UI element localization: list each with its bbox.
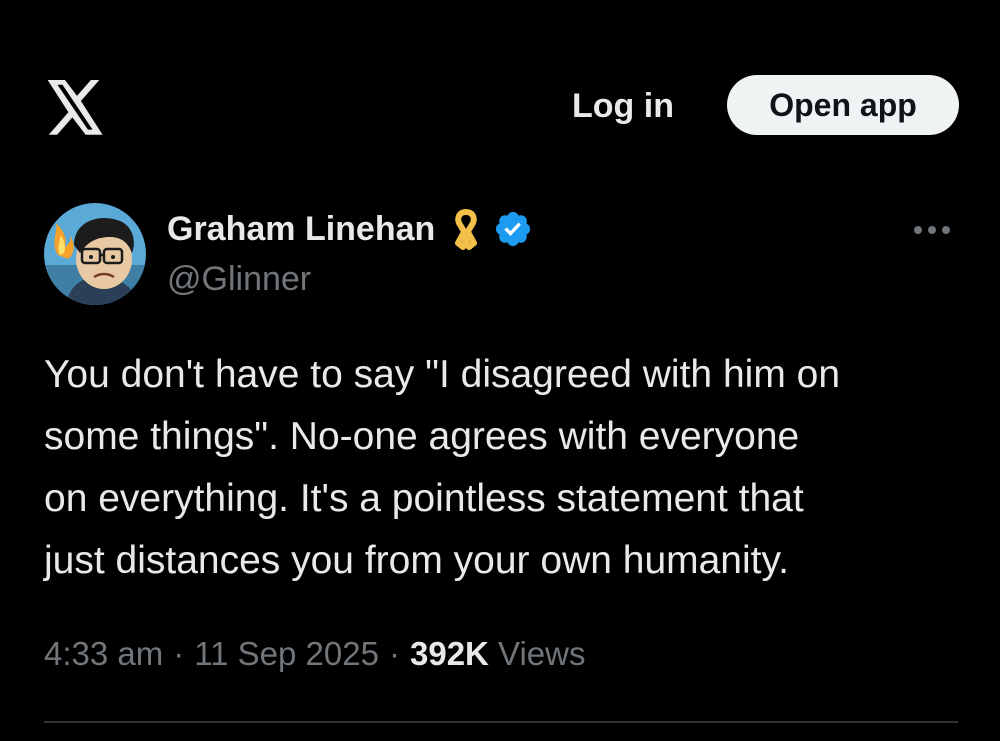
views-count: 392K [409,635,489,672]
yellow-ribbon-icon [455,209,478,250]
avatar-cartoon-image [44,203,146,305]
top-bar: Log in Open app [0,0,1000,190]
tweet-text-line: just distances you from your own humanit… [44,539,789,582]
author-name-row: Graham Linehan [167,206,533,252]
meta-separator: · [388,635,400,672]
verified-badge-icon[interactable] [493,209,533,249]
views-label: Views [498,635,586,672]
tweet-time[interactable]: 4:33 am [44,635,163,672]
author-handle[interactable]: @Glinner [167,258,311,300]
tweet-meta: 4:33 am · 11 Sep 2025 · 392K Views [44,630,585,678]
avatar[interactable] [44,203,146,305]
divider [44,721,958,723]
login-link[interactable]: Log in [572,86,674,126]
author-display-name[interactable]: Graham Linehan [167,206,435,252]
tweet-text: You don't have to say "I disagreed with … [44,344,964,592]
x-logo-icon[interactable] [44,80,106,136]
tweet-text-line: on everything. It's a pointless statemen… [44,477,804,520]
tweet-text-line: some things". No-one agrees with everyon… [44,415,800,458]
meta-separator: · [173,635,185,672]
more-options-icon[interactable] [912,222,952,238]
tweet-date[interactable]: 11 Sep 2025 [194,635,379,672]
tweet-text-line: You don't have to say "I disagreed with … [44,353,841,396]
open-app-button[interactable]: Open app [727,75,959,135]
